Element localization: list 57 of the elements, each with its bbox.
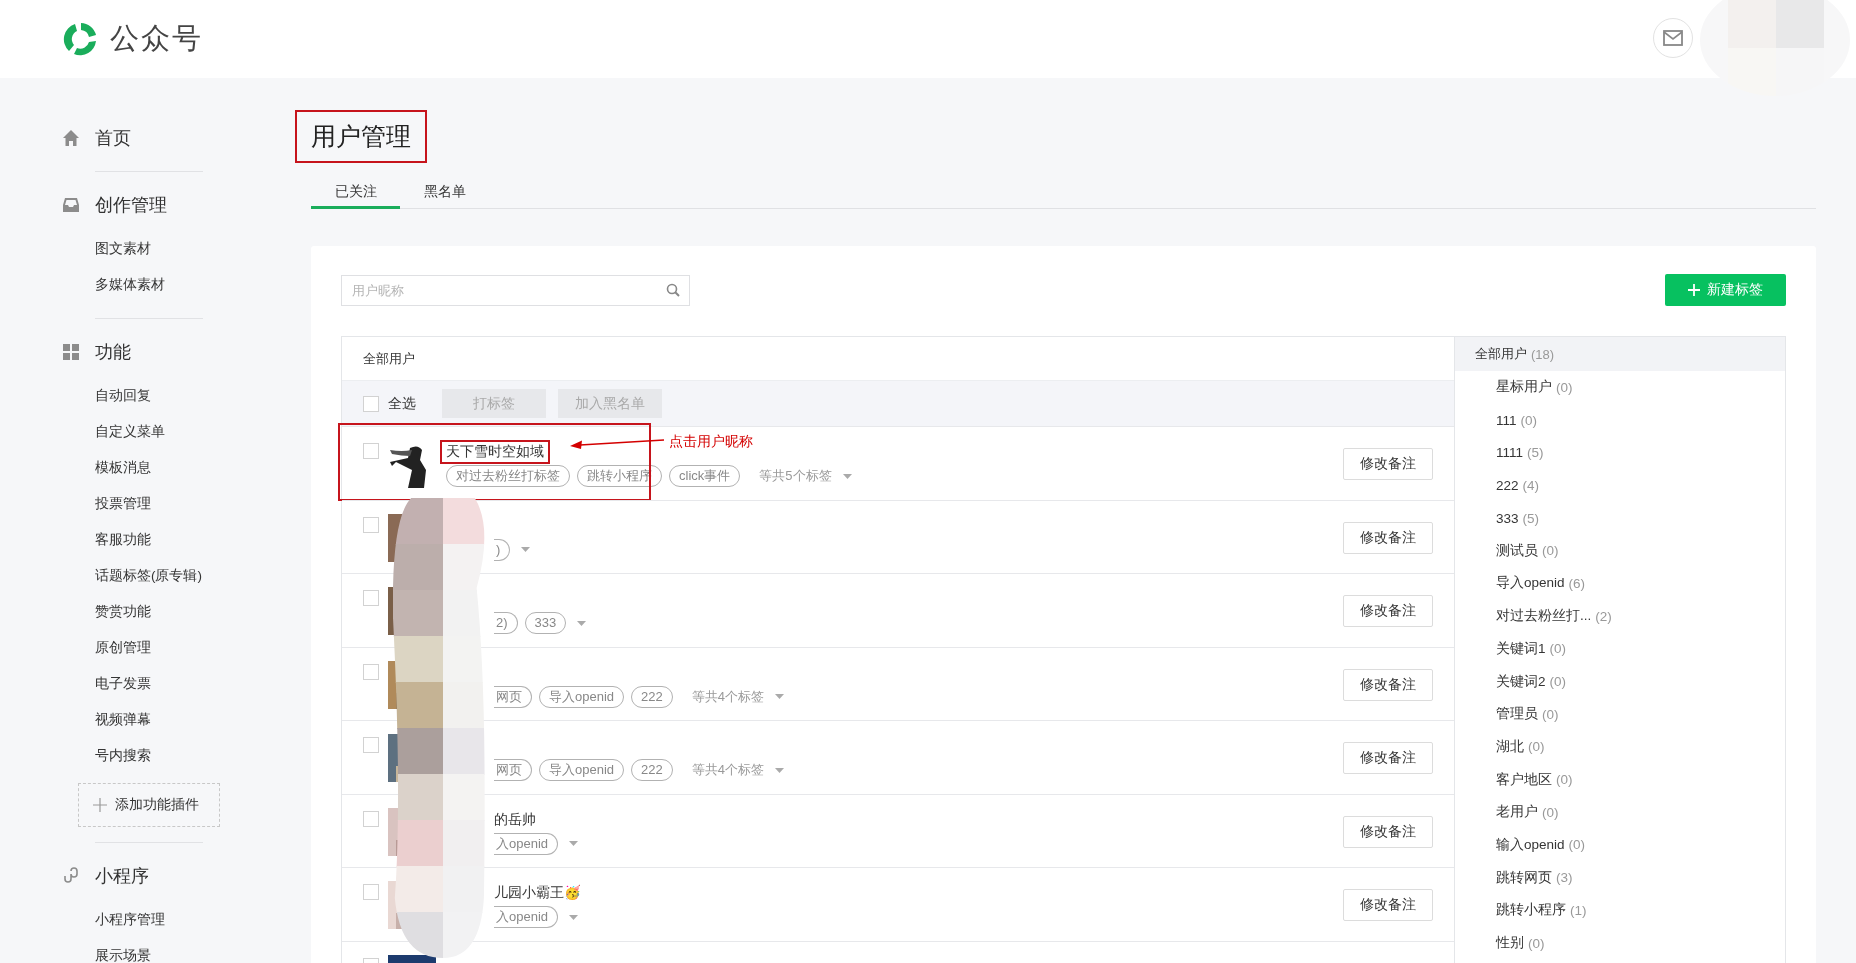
user-nickname[interactable]: 儿园小霸王🥳 xyxy=(488,881,587,905)
select-all-label: 全选 xyxy=(388,394,416,413)
user-nickname[interactable]: 天下雪时空如域 xyxy=(440,440,550,464)
edit-remark-button[interactable]: 修改备注 xyxy=(1343,668,1433,701)
tag-filter-item[interactable]: 输入openid (0) xyxy=(1455,828,1785,862)
nav-item[interactable]: 图文素材 xyxy=(0,231,151,267)
tag-filter-item[interactable]: 关键词1 (0) xyxy=(1455,632,1785,666)
tag-filter-item[interactable]: 跳转小程序 (1) xyxy=(1455,894,1785,927)
search-field[interactable]: 用户昵称 xyxy=(341,274,690,306)
nav-item[interactable]: 客服功能 xyxy=(0,522,151,558)
edit-remark-button[interactable]: 修改备注 xyxy=(1343,889,1433,921)
tag-filter-item[interactable]: 星标用户 (0) xyxy=(1455,371,1785,404)
nav-section-title[interactable]: 首页 xyxy=(95,126,131,150)
edit-remark-button[interactable]: 修改备注 xyxy=(1343,521,1433,554)
nav-section-title[interactable]: 功能 xyxy=(95,340,131,364)
nav-item[interactable]: 模板消息 xyxy=(0,450,151,486)
nav-item[interactable]: 自动回复 xyxy=(0,378,151,414)
nav-item[interactable]: 号内搜索 xyxy=(0,738,151,774)
tag-filter-item[interactable]: 导入openid (6) xyxy=(1455,567,1785,600)
tag-filter-item[interactable]: 111 (0) xyxy=(1455,403,1785,437)
tab[interactable]: 已关注 xyxy=(311,178,400,209)
tag-filter-item[interactable]: 测试员 (0) xyxy=(1455,534,1785,568)
tab[interactable]: 黑名单 xyxy=(400,178,489,209)
nav-item[interactable]: 话题标签(原专辑) xyxy=(0,558,202,594)
tag-filter-item[interactable]: 333 (5) xyxy=(1455,501,1785,535)
tag-filter-item[interactable]: 对过去粉丝打... (2) xyxy=(1455,599,1785,633)
tag-filter-item[interactable]: 关键词2 (0) xyxy=(1455,665,1785,698)
tag-filter-item[interactable]: 1111 (5) xyxy=(1455,436,1785,470)
nav-item[interactable]: 小程序管理 xyxy=(0,902,165,938)
nav-item[interactable]: 投票管理 xyxy=(0,486,151,522)
user-nickname[interactable]: 的岳帅 xyxy=(488,807,542,832)
edit-remark-button[interactable]: 修改备注 xyxy=(1343,595,1433,627)
nav-item[interactable]: 赞赏功能 xyxy=(0,594,151,630)
tag-filter-item[interactable]: 222 (4) xyxy=(1455,469,1785,502)
tag-filter-item[interactable]: 全部用户 (18) xyxy=(1455,337,1785,371)
nav-item[interactable]: 自定义菜单 xyxy=(0,414,165,450)
tag-filter-item[interactable]: 湖北 (0) xyxy=(1455,730,1785,764)
page-title: 用户管理 xyxy=(295,110,427,163)
nav-item[interactable]: 视频弹幕 xyxy=(0,702,151,738)
tag-filter-item[interactable]: 老用户 (0) xyxy=(1455,795,1785,829)
nav-item[interactable]: 多媒体素材 xyxy=(0,267,165,303)
edit-remark-button[interactable]: 修改备注 xyxy=(1343,448,1433,480)
nav-section-title[interactable]: 创作管理 xyxy=(95,193,167,217)
edit-remark-button[interactable]: 修改备注 xyxy=(1343,815,1433,848)
nav-item[interactable]: 电子发票 xyxy=(0,666,151,702)
list-header: 全部用户 xyxy=(363,349,415,368)
nav-item[interactable]: 原创管理 xyxy=(0,630,151,666)
annotation-text: 点击用户昵称 xyxy=(669,433,753,451)
tag-filter-item[interactable]: 客户地区 (0) xyxy=(1455,763,1785,796)
nav-item[interactable]: 展示场景 xyxy=(0,938,151,963)
tag-filter-item[interactable]: 性别 (0) xyxy=(1455,926,1785,960)
tag-filter-item[interactable]: 管理员 (0) xyxy=(1455,697,1785,731)
tag-filter-item[interactable]: 跳转网页 (3) xyxy=(1455,861,1785,894)
nav-section-title[interactable]: 小程序 xyxy=(95,864,149,888)
add-plugin-button[interactable]: 添加功能插件 xyxy=(78,783,220,827)
logo-text: 公众号 xyxy=(110,21,203,56)
edit-remark-button[interactable]: 修改备注 xyxy=(1343,742,1433,774)
